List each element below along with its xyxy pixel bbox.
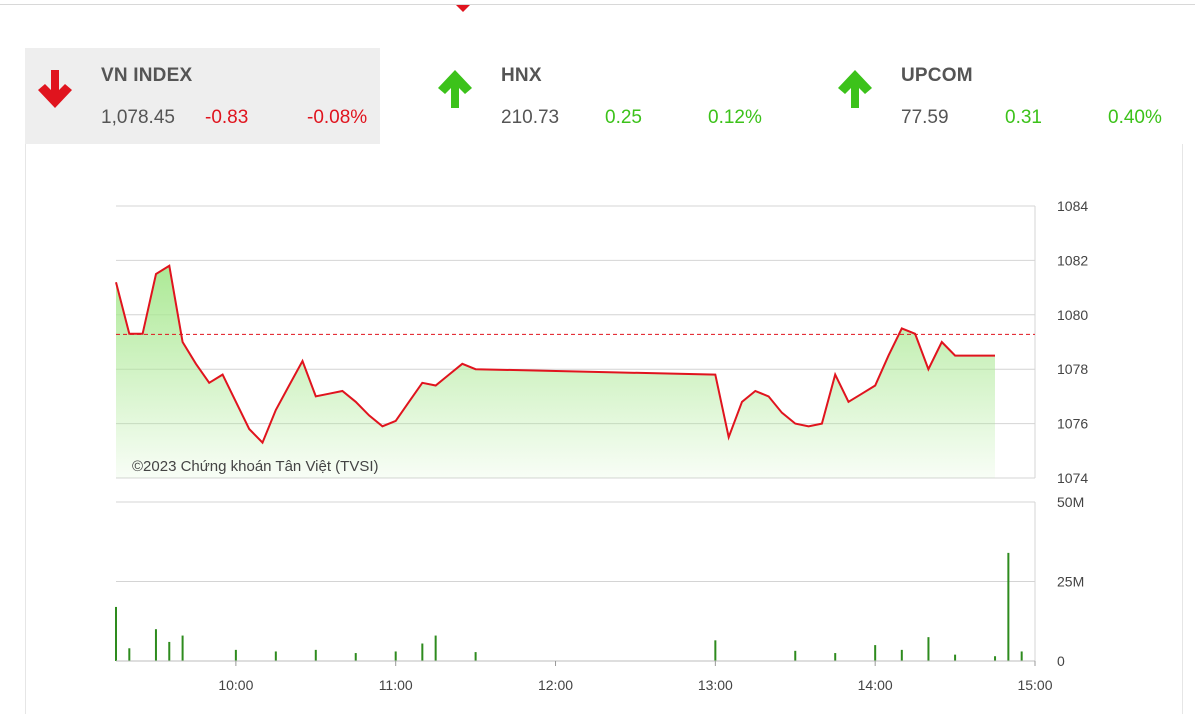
index-change: 0.25 <box>605 107 642 128</box>
index-value: 210.73 <box>501 107 560 128</box>
price-tick-label: 1082 <box>1057 252 1088 268</box>
time-tick-label: 11:00 <box>379 677 413 693</box>
volume-tick-label: 0 <box>1057 653 1065 669</box>
volume-bar <box>994 656 997 661</box>
price-tick-label: 1084 <box>1057 198 1088 214</box>
intraday-chart: 1084 1082 1080 1078 1076 1074 50M 25M 0 10:00 11:0… <box>115 198 1088 693</box>
caret-down-icon[interactable] <box>456 5 470 12</box>
index-percent: 0.12% <box>708 107 762 128</box>
top-divider <box>0 4 1195 5</box>
volume-bar <box>1007 552 1010 661</box>
price-tick-label: 1074 <box>1057 470 1088 486</box>
arrow-up-icon <box>838 70 872 108</box>
time-tick-label: 12:00 <box>538 677 573 693</box>
time-tick-label: 15:00 <box>1017 677 1052 693</box>
volume-bar <box>168 641 171 661</box>
index-value: 77.59 <box>901 107 949 128</box>
volume-bar <box>927 637 930 661</box>
volume-bar <box>874 645 877 661</box>
volume-bar <box>794 650 797 661</box>
volume-bar <box>234 649 237 661</box>
index-name: HNX <box>501 65 542 86</box>
volume-bar <box>314 649 317 661</box>
volume-bar <box>181 635 184 661</box>
volume-tick-label: 50M <box>1057 494 1084 510</box>
index-change: -0.83 <box>205 107 249 128</box>
chart-panel: 1084 1082 1080 1078 1076 1074 50M 25M 0 10:00 11:0… <box>25 144 1183 714</box>
price-tick-label: 1080 <box>1057 307 1088 323</box>
price-tick-label: 1078 <box>1057 361 1088 377</box>
volume-bar <box>154 629 157 661</box>
volume-bars <box>115 552 1035 662</box>
index-card-upcom[interactable]: UPCOM 77.59 0.31 0.40% <box>825 48 1180 144</box>
volume-bar <box>421 643 424 661</box>
time-tick-label: 10:00 <box>218 677 253 693</box>
price-tick-label: 1076 <box>1057 416 1088 432</box>
time-tick-label: 14:00 <box>858 677 893 693</box>
volume-bar <box>354 653 357 661</box>
arrow-down-icon <box>38 70 72 108</box>
index-change: 0.31 <box>1005 107 1042 128</box>
volume-bar <box>1020 651 1023 661</box>
volume-bar <box>115 606 117 661</box>
volume-tick-label: 25M <box>1057 574 1084 590</box>
index-value: 1,078.45 <box>101 107 175 128</box>
index-percent: -0.08% <box>307 107 368 128</box>
volume-bar <box>954 654 957 661</box>
volume-bar <box>434 635 437 661</box>
arrow-up-icon <box>438 70 472 108</box>
volume-bar <box>834 653 837 661</box>
time-tick-label: 13:00 <box>698 677 733 693</box>
volume-bar <box>900 649 903 661</box>
index-card-vnindex[interactable]: VN INDEX 1,078.45 -0.83 -0.08% <box>25 48 380 144</box>
chart-watermark: ©2023 Chứng khoán Tân Việt (TVSI) <box>132 458 379 475</box>
volume-bar <box>394 651 397 661</box>
index-card-hnx[interactable]: HNX 210.73 0.25 0.12% <box>425 48 780 144</box>
volume-bar <box>274 651 277 661</box>
index-name: UPCOM <box>901 65 973 86</box>
volume-bar <box>128 648 131 661</box>
volume-bar <box>474 652 477 661</box>
volume-bar <box>714 640 717 661</box>
index-percent: 0.40% <box>1108 107 1162 128</box>
index-name: VN INDEX <box>101 65 193 86</box>
